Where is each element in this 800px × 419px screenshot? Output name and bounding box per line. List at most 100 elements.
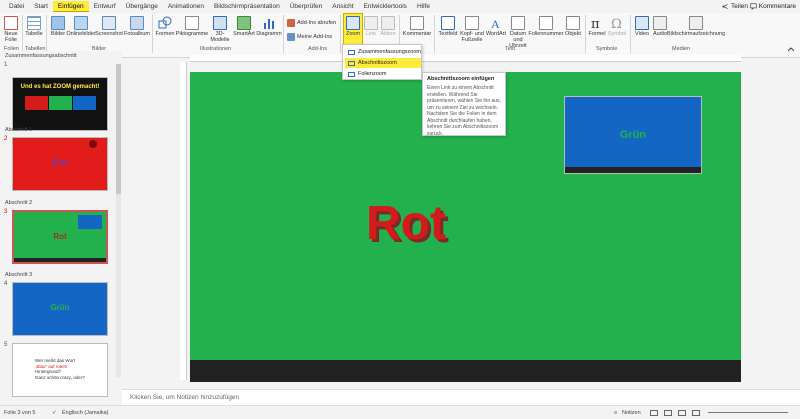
symbol-button[interactable]: Ω Symbol <box>608 16 626 37</box>
collapse-ribbon-button[interactable] <box>788 47 794 52</box>
icons-button[interactable]: Piktogramme <box>176 16 208 37</box>
object-button[interactable]: Objekt <box>564 16 582 37</box>
section-2[interactable]: Abschnitt 2 <box>5 200 32 206</box>
screenshot-button[interactable]: Screenshot <box>95 16 123 37</box>
horizontal-ruler[interactable] <box>190 55 741 62</box>
smartart-button[interactable]: SmartArt <box>233 16 255 37</box>
photo-album-label: Fotoalbum <box>124 31 150 37</box>
section-zoom-box[interactable]: Grün <box>564 96 702 174</box>
equation-button[interactable]: π Formel <box>588 16 606 37</box>
my-addins-button[interactable]: Meine Add-Ins <box>287 33 332 41</box>
dropdown-item-section-zoom[interactable]: Abschnittszoom <box>345 58 421 68</box>
chart-button[interactable]: Diagramm <box>256 16 282 37</box>
menu-datei[interactable]: Datei <box>4 1 29 12</box>
dropdown-item-slide-zoom[interactable]: Folienzoom <box>345 69 421 79</box>
vertical-ruler[interactable] <box>180 62 187 380</box>
online-images-button[interactable]: Onlinebilder <box>66 16 96 37</box>
3d-models-button[interactable]: 3D-Modelle <box>209 16 231 43</box>
slide-number-button[interactable]: Foliennummer <box>528 16 564 37</box>
notes-toggle-icon[interactable]: ≡ <box>614 410 617 416</box>
link-button[interactable]: Link <box>364 16 378 37</box>
textbox-label: Textfeld <box>438 31 458 37</box>
menu-bildschirmpraesentation[interactable]: Bildschirmpräsentation <box>209 1 285 12</box>
addins-icon <box>287 33 295 41</box>
slide-thumbnail-1[interactable]: Und es hat ZOOM gemacht! <box>12 77 108 131</box>
slide-thumbnail-3[interactable]: Rot <box>12 210 108 264</box>
section-1[interactable]: Abschnitt 1 <box>5 127 32 133</box>
scrollbar-thumb[interactable] <box>116 64 121 194</box>
zoom-thumb-green <box>49 96 72 110</box>
svg-text:Ω: Ω <box>611 17 622 30</box>
zoom-slider[interactable] <box>708 412 788 413</box>
pi-icon: π <box>591 17 600 30</box>
screen-recording-button[interactable]: Bildschirmaufzeichnung <box>667 16 725 37</box>
slides-pane: Zusammenfassungsabschnitt 1 Und es hat Z… <box>0 51 122 397</box>
section-3[interactable]: Abschnitt 3 <box>5 272 32 278</box>
menu-uebergaenge[interactable]: Übergänge <box>121 1 163 12</box>
status-notes[interactable]: Notizen <box>622 410 641 416</box>
dropdown-item-summary-zoom[interactable]: Zusammenfassungszoom <box>345 47 421 57</box>
images-button[interactable]: Bilder <box>50 16 66 37</box>
slides-scrollbar[interactable] <box>116 64 121 377</box>
status-slide-info: Folie 3 von 5 <box>4 410 36 416</box>
section-zoom-bar <box>565 167 701 173</box>
menu-start[interactable]: Start <box>29 1 53 12</box>
menu-entwurf[interactable]: Entwurf <box>89 1 121 12</box>
photo-album-icon <box>130 16 144 30</box>
audio-label: Audio <box>652 31 668 37</box>
section-zoom-icon <box>348 60 355 66</box>
slide-thumbnail-5[interactable]: Wer merkt das Wort „Blau“ auf rotem Hint… <box>12 343 108 397</box>
zoom-thumb-blue <box>73 96 96 110</box>
screenshot-label: Screenshot <box>95 31 123 37</box>
menu-ansicht[interactable]: Ansicht <box>327 1 358 12</box>
slide4-text: Grün <box>50 303 70 312</box>
slide-main-text[interactable]: Rot <box>366 196 446 251</box>
slide3-bottom-bar <box>14 258 106 262</box>
comment-button[interactable]: Kommentar <box>403 16 431 37</box>
status-language[interactable]: Englisch (Jamaika) <box>62 410 108 416</box>
spellcheck-icon[interactable]: ✓ <box>52 410 57 416</box>
section-summary[interactable]: Zusammenfassungsabschnitt <box>5 53 77 59</box>
new-slide-button[interactable]: Neue Folie <box>3 16 19 43</box>
zoom-thumb-red <box>25 96 48 110</box>
header-footer-button[interactable]: Kopf- und Fußzeile <box>460 16 484 43</box>
summary-zoom-icon <box>348 49 355 55</box>
menu-animationen[interactable]: Animationen <box>163 1 209 12</box>
normal-view-icon[interactable] <box>650 410 658 416</box>
action-button[interactable]: Aktion <box>380 16 396 37</box>
smartart-icon <box>237 16 251 30</box>
comments-label: Kommentare <box>758 2 796 10</box>
store-icon <box>287 19 295 27</box>
slide-thumbnail-2[interactable]: Blau <box>12 137 108 191</box>
wordart-icon: A <box>491 17 500 30</box>
online-image-icon <box>74 16 88 30</box>
date-time-button[interactable]: Datum und Uhrzeit <box>508 16 528 49</box>
photo-album-button[interactable]: Fotoalbum <box>124 16 150 37</box>
slide5-text: Wer merkt das Wort „Blau“ auf rotem Hint… <box>35 358 85 380</box>
wordart-button[interactable]: A WordArt <box>486 16 506 37</box>
summary-zoom-label: Zusammenfassungszoom <box>358 49 421 55</box>
tooltip-title: Abschnittszoom einfügen <box>427 76 495 82</box>
notes-placeholder: Klicken Sie, um Notizen hinzuzufügen <box>130 394 240 401</box>
slide3-text: Rot <box>53 232 67 241</box>
zoom-icon <box>346 16 360 30</box>
menu-einfuegen[interactable]: Einfügen <box>52 1 89 12</box>
zoom-button[interactable]: Zoom <box>343 13 363 45</box>
menu-ueberpruefen[interactable]: Überprüfen <box>285 1 328 12</box>
slide-thumbnail-4[interactable]: Grün <box>12 282 108 336</box>
share-button[interactable]: Teilen <box>722 1 748 11</box>
audio-button[interactable]: Audio <box>652 16 668 37</box>
menu-hilfe[interactable]: Hilfe <box>412 1 435 12</box>
reading-view-icon[interactable] <box>678 410 686 416</box>
menu-entwicklertools[interactable]: Entwicklertools <box>359 1 412 12</box>
slideshow-icon[interactable] <box>692 410 700 416</box>
shapes-button[interactable]: Formen <box>155 16 175 37</box>
get-addins-button[interactable]: Add-Ins abrufen <box>287 19 336 27</box>
comments-button[interactable]: Kommentare <box>750 1 796 11</box>
video-button[interactable]: Video <box>634 16 650 37</box>
share-icon <box>722 3 728 9</box>
notes-area[interactable]: Klicken Sie, um Notizen hinzuzufügen <box>122 389 800 405</box>
table-button[interactable]: Tabelle <box>25 16 43 37</box>
textbox-button[interactable]: Textfeld <box>438 16 458 37</box>
slide-sorter-icon[interactable] <box>664 410 672 416</box>
